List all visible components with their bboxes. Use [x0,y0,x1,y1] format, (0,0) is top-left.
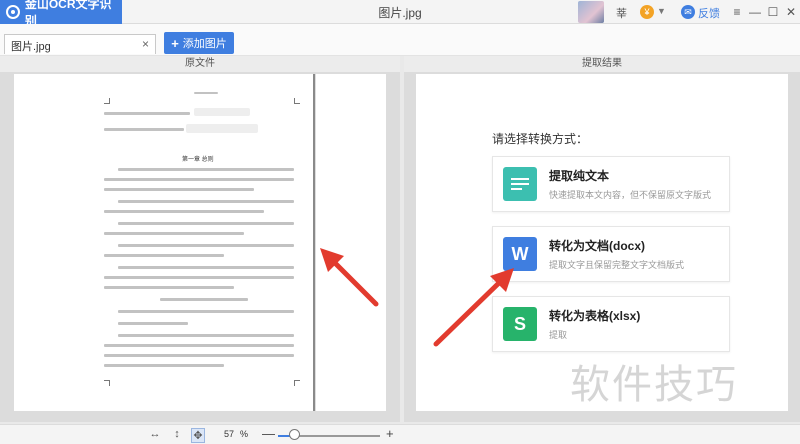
zoom-in-button[interactable]: + [386,426,394,441]
feedback-button[interactable]: 反馈 [698,5,720,21]
user-name[interactable]: 莘 [616,5,627,21]
fit-width-icon[interactable]: ↔ [148,428,162,440]
title-bar: 金山OCR文字识别 图片.jpg 莘 ¥ ▼ ✉ 反馈 ≡ — ☐ ✕ [0,0,800,28]
close-tab-icon[interactable]: × [142,37,149,51]
zoom-out-button[interactable]: — [262,426,275,441]
original-file-header: 原文件 [0,56,400,72]
fit-height-icon[interactable]: ↕ [170,428,184,440]
add-image-button[interactable]: + 添加图片 [164,32,234,54]
zoom-value: 57 [224,429,235,439]
bottom-toolbar: ↔ ↕ ✥ 57 % — + [0,424,800,444]
document-image[interactable]: 第一章 总则 [14,74,386,411]
vip-coin-icon[interactable]: ¥ [640,5,654,19]
file-tab[interactable]: 图片.jpg × [4,34,156,54]
window-title: 图片.jpg [378,6,422,20]
app-logo-icon [6,5,20,19]
plus-icon: + [171,35,179,51]
tabs-row: 图片.jpg × + 添加图片 [0,24,800,56]
original-file-panel: 第一章 总则 [0,72,400,422]
pan-move-icon[interactable]: ✥ [191,428,205,443]
close-button[interactable]: ✕ [782,3,800,21]
avatar[interactable] [578,1,604,23]
add-image-label: 添加图片 [182,38,227,50]
app-brand: 金山OCR文字识别 [0,0,122,28]
zoom-unit: % [240,429,249,439]
feedback-icon[interactable]: ✉ [681,5,695,19]
zoom-slider-knob[interactable] [289,429,301,440]
chevron-down-icon[interactable]: ▼ [657,6,666,16]
result-header: 提取结果 [404,56,800,72]
menu-button[interactable]: ≡ [728,3,746,21]
file-tab-label: 图片.jpg [11,41,51,53]
watermark: 软件技巧 [570,362,738,408]
red-arrow-annotation [320,248,379,307]
minimize-button[interactable]: — [746,3,764,21]
maximize-button[interactable]: ☐ [764,3,782,21]
